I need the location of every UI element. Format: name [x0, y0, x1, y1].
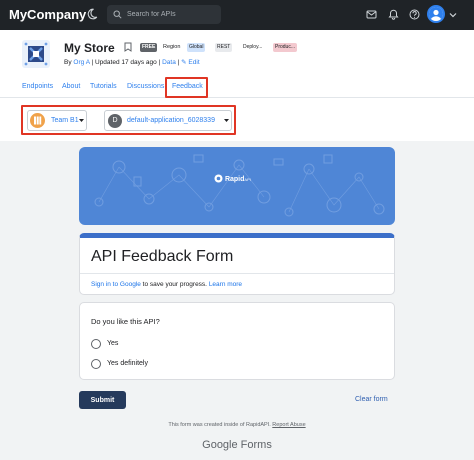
form-title: API Feedback Form — [91, 248, 234, 265]
radio-yes[interactable] — [91, 339, 101, 349]
user-icon — [429, 7, 443, 21]
byline-by: By — [64, 59, 72, 66]
tab-discussions[interactable]: Discussions — [127, 83, 164, 90]
option-yes-definitely-label[interactable]: Yes definitely — [107, 360, 148, 367]
edit-link-label: Edit — [188, 59, 200, 66]
sign-in-notice: Sign in to Google to save your progress.… — [91, 281, 242, 288]
edit-pencil-icon: ✎ — [181, 59, 187, 66]
api-byline: By Org A | Updated 17 days ago | Data | … — [64, 58, 200, 66]
brand-logo-text[interactable]: MyCompany — [9, 7, 86, 22]
org-link[interactable]: Org A — [73, 59, 89, 66]
google-forms-logo[interactable]: Google Forms — [0, 439, 474, 451]
divider — [80, 273, 394, 274]
help-icon[interactable] — [409, 9, 420, 20]
tab-endpoints[interactable]: Endpoints — [22, 83, 53, 90]
bookmark-icon[interactable] — [124, 42, 132, 52]
form-title-card: API Feedback Form Sign in to Google to s… — [79, 233, 395, 295]
banner-brand-suffix: API — [244, 177, 251, 182]
option-yes-label[interactable]: Yes — [107, 340, 118, 347]
learn-more-link[interactable]: Learn more — [209, 281, 242, 288]
sign-in-text: to save your progress. — [140, 281, 207, 288]
api-tabs: Endpoints About Tutorials Discussions Fe… — [0, 78, 474, 98]
api-header: My Store FREE Region Global REST Deploy.… — [0, 30, 474, 141]
feedback-tab-highlight — [165, 77, 208, 98]
tab-about[interactable]: About — [62, 83, 80, 90]
region-label: Region — [163, 44, 181, 50]
region-badge: Global — [187, 43, 206, 52]
deployment-badge: Deploy... — [241, 43, 265, 52]
tab-tutorials[interactable]: Tutorials — [90, 83, 117, 90]
api-title: My Store — [64, 41, 115, 55]
clear-form-button[interactable]: Clear form — [355, 396, 388, 403]
rapidapi-logo-icon — [214, 174, 223, 183]
byline-updated: | Updated 17 days ago | — [91, 59, 161, 66]
chevron-down-icon[interactable] — [449, 11, 457, 19]
data-link[interactable]: Data — [162, 59, 176, 66]
banner-brand: RapidAPI — [214, 174, 251, 183]
api-logo — [22, 40, 50, 68]
banner-brand-name: Rapid — [224, 176, 245, 183]
protocol-badge: REST — [215, 43, 233, 52]
submit-button[interactable]: Submit — [79, 391, 126, 409]
dark-mode-icon[interactable] — [86, 8, 98, 20]
footer-note-text: This form was created inside of RapidAPI… — [168, 422, 271, 428]
form-header-banner — [79, 147, 395, 225]
banner-pattern-graphic — [94, 154, 385, 217]
search-icon — [113, 10, 122, 19]
mail-icon[interactable] — [366, 9, 377, 20]
search-bar[interactable] — [107, 5, 221, 24]
top-navbar: MyCompany — [0, 0, 474, 30]
user-avatar[interactable] — [427, 5, 445, 23]
sign-in-link[interactable]: Sign in to Google — [91, 281, 141, 288]
notifications-bell-icon[interactable] — [388, 9, 399, 20]
radio-yes-definitely[interactable] — [91, 359, 101, 369]
form-footer-note: This form was created inside of RapidAPI… — [0, 422, 474, 428]
api-logo-icon — [24, 42, 48, 66]
selectors-highlight — [21, 105, 236, 135]
question-card: Do you like this API? Yes Yes definitely — [79, 302, 395, 380]
question-text: Do you like this API? — [91, 317, 160, 326]
search-input[interactable] — [127, 7, 217, 22]
pricing-badge: FREE — [140, 43, 158, 52]
production-badge: Produc... — [273, 43, 298, 52]
byline-separator: | — [177, 59, 180, 66]
edit-link[interactable]: ✎ Edit — [181, 59, 199, 66]
report-abuse-link[interactable]: Report Abuse — [272, 422, 305, 428]
